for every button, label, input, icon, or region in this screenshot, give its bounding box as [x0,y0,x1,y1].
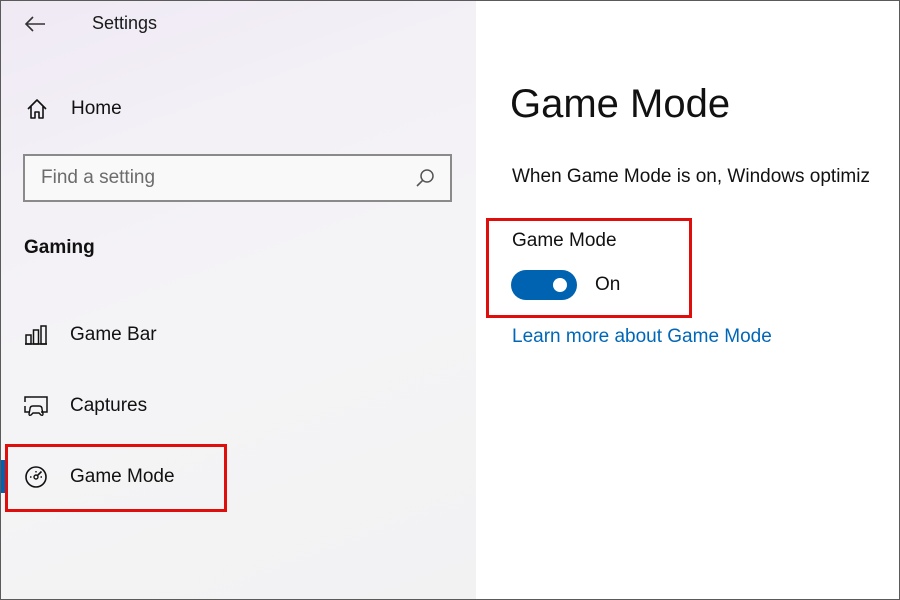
game-mode-toggle[interactable] [511,270,577,300]
window-title: Settings [92,13,158,33]
sidebar-item-label: Game Mode [70,466,175,487]
captures-icon [22,392,50,420]
selected-indicator [0,460,5,493]
game-mode-setting-label: Game Mode [512,230,617,251]
learn-more-link[interactable]: Learn more about Game Mode [512,326,772,348]
home-icon [24,96,50,122]
description-text: When Game Mode is on, Windows optimiz [512,166,870,187]
nav-home[interactable]: Home [24,94,122,124]
toggle-state-label: On [595,274,621,295]
toggle-knob [553,278,567,292]
search-input[interactable] [41,167,410,189]
sidebar-item-game-mode[interactable]: Game Mode [22,460,175,494]
sidebar-item-game-bar[interactable]: Game Bar [22,318,157,352]
sidebar-item-label: Captures [70,395,148,416]
search-icon[interactable] [410,163,440,193]
back-button[interactable] [22,11,48,37]
search-box[interactable] [23,154,452,202]
sidebar-item-label: Game Bar [70,324,157,345]
game-mode-icon [22,463,50,491]
sidebar-item-captures[interactable]: Captures [22,389,147,423]
sidebar: Settings Home Gaming Game Bar [0,0,476,600]
section-heading-gaming: Gaming [24,237,95,258]
page-title: Game Mode [510,82,731,126]
game-bar-icon [22,321,50,349]
back-arrow-icon [24,16,45,32]
nav-home-label: Home [71,98,122,119]
